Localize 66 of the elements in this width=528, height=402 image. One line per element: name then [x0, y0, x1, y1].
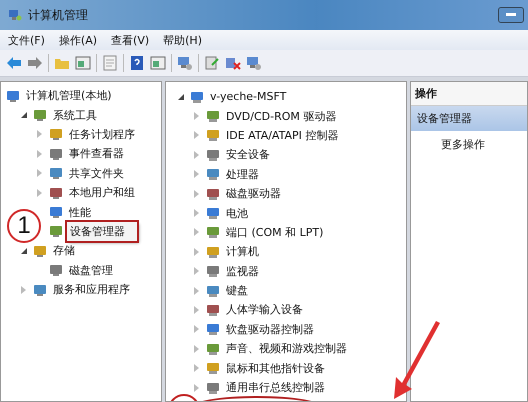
- device-category[interactable]: 人体学输入设备: [224, 301, 305, 318]
- back-arrow-icon[interactable]: [6, 55, 22, 71]
- device-icon: [205, 263, 221, 280]
- tree-item[interactable]: 事件查看器: [67, 145, 126, 162]
- menu-item[interactable]: 查看(V): [111, 32, 150, 48]
- step-number-callout: 1: [7, 208, 41, 243]
- device-category[interactable]: 端口 (COM 和 LPT): [224, 224, 326, 241]
- tree-node-icon: [32, 107, 48, 124]
- device-category[interactable]: 监视器: [224, 262, 261, 280]
- tree-item[interactable]: 任务计划程序: [67, 126, 137, 143]
- tree-item[interactable]: 存储: [51, 242, 77, 260]
- device-icon: [205, 224, 221, 240]
- computer-icon[interactable]: [246, 55, 262, 71]
- minimize-icon: [506, 13, 516, 17]
- tree-item[interactable]: 性能: [67, 204, 93, 221]
- tree-node-icon: [48, 223, 64, 240]
- device-icon: [205, 166, 221, 182]
- computer-icon: [8, 8, 22, 22]
- tree-item[interactable]: 服务和应用程序: [51, 281, 132, 298]
- tree-node-icon: [48, 262, 64, 278]
- actions-section-header[interactable]: 设备管理器: [411, 106, 527, 131]
- properties-icon[interactable]: [204, 55, 220, 71]
- computer-icon[interactable]: [177, 55, 193, 71]
- device-category[interactable]: 安全设备: [224, 146, 272, 164]
- device-icon: [205, 360, 221, 376]
- device-category[interactable]: DVD/CD-ROM 驱动器: [224, 108, 338, 125]
- device-category[interactable]: 软盘驱动器控制器: [224, 320, 316, 338]
- menu-item[interactable]: 帮助(H): [163, 32, 202, 48]
- forward-arrow-icon[interactable]: [27, 55, 43, 71]
- device-icon: [205, 108, 221, 124]
- action-link[interactable]: 更多操作: [411, 131, 527, 152]
- device-category[interactable]: IDE ATA/ATAPI 控制器: [224, 126, 340, 144]
- tree-item[interactable]: 设备管理器: [67, 222, 137, 241]
- panel-icon[interactable]: [150, 55, 166, 71]
- help-icon[interactable]: [129, 55, 145, 71]
- device-category[interactable]: 电池: [224, 204, 250, 222]
- expand-arrow-icon[interactable]: [21, 248, 27, 254]
- expand-arrow-icon[interactable]: [178, 94, 184, 100]
- minimize-button[interactable]: [498, 7, 524, 23]
- expand-arrow-icon[interactable]: [21, 112, 27, 118]
- device-category[interactable]: 处理器: [224, 166, 261, 183]
- tree-node-icon: [48, 126, 64, 142]
- device-category[interactable]: v-yeche-MSFT: [208, 89, 288, 104]
- device-icon: [205, 205, 221, 222]
- menu-item[interactable]: 文件(F): [8, 32, 45, 48]
- window-title: 计算机管理: [28, 6, 88, 24]
- tree-item[interactable]: 磁盘管理: [67, 262, 115, 279]
- tree-item[interactable]: 计算机管理(本地): [24, 87, 114, 104]
- tree-node-icon: [48, 204, 64, 220]
- document-icon[interactable]: [102, 55, 118, 71]
- tree-node-icon: [48, 165, 64, 182]
- tree-item[interactable]: 共享文件夹: [67, 164, 126, 182]
- menu-item[interactable]: 操作(A): [58, 32, 98, 48]
- device-category[interactable]: 磁盘驱动器: [224, 185, 283, 202]
- device-category[interactable]: 键盘: [224, 282, 250, 300]
- device-category[interactable]: 通用串行总线控制器: [224, 379, 327, 396]
- tree-item[interactable]: 系统工具: [51, 106, 99, 124]
- device-category[interactable]: 鼠标和其他指针设备: [224, 360, 327, 377]
- tree-item[interactable]: 本地用户和组: [67, 184, 137, 202]
- panel-icon[interactable]: [75, 55, 91, 71]
- delete-icon[interactable]: [225, 55, 241, 71]
- actions-header: 操作: [411, 82, 527, 106]
- device-category[interactable]: 声音、视频和游戏控制器: [224, 340, 349, 358]
- device-category[interactable]: 计算机: [224, 243, 261, 260]
- device-icon: [205, 321, 221, 338]
- device-icon: [205, 127, 221, 144]
